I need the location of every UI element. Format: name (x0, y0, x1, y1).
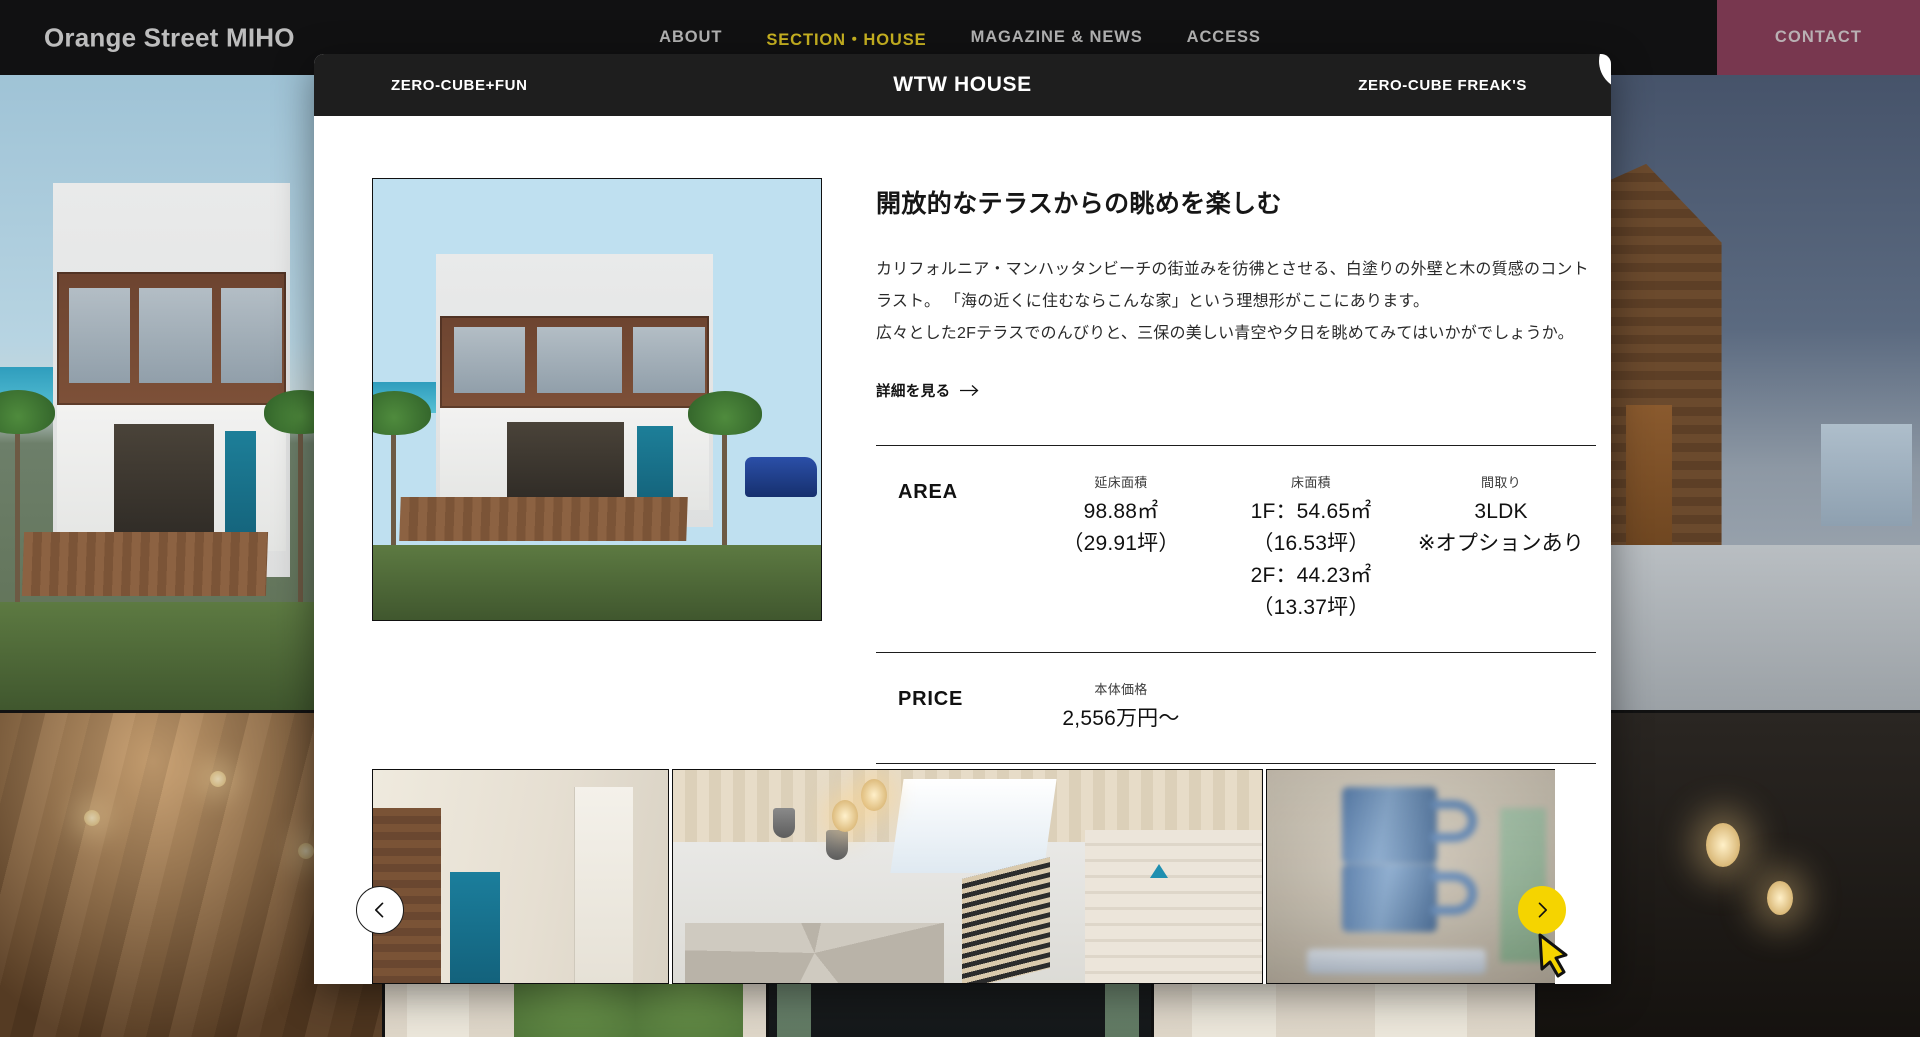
spec-label-price: PRICE (898, 687, 964, 710)
spec-table: AREA 延床面積 98.88㎡ （29.91坪） 床面積 1F：54.65㎡ … (876, 445, 1596, 764)
detail-more-link-label: 詳細を見る (876, 384, 951, 400)
nav-item-section-house[interactable]: SECTION・HOUSE (766, 26, 926, 50)
spec-cell-layout: 間取り 3LDK ※オプションあり (1406, 472, 1596, 624)
spec-cell-total-floor-area: 延床面積 98.88㎡ （29.91坪） (1026, 472, 1216, 624)
nav-item-about[interactable]: ABOUT (659, 28, 722, 47)
hero-image[interactable] (372, 178, 822, 621)
modal-tab-zero-cube-fun[interactable]: ZERO-CUBE+FUN (391, 77, 528, 94)
modal-title: WTW HOUSE (893, 73, 1032, 96)
spec-head: 床面積 (1291, 475, 1331, 490)
spec-value: 2,556万円〜 (1062, 706, 1180, 730)
carousel-next-button[interactable] (1518, 886, 1566, 934)
thumbnail-living-room[interactable] (672, 769, 1263, 984)
modal-tab-zero-cube-freaks[interactable]: ZERO-CUBE FREAK'S (1358, 77, 1527, 94)
spec-cell-base-price: 本体価格 2,556万円〜 (1026, 679, 1216, 735)
site-brand[interactable]: Orange Street MIHO (44, 22, 295, 53)
carousel-prev-button[interactable] (356, 886, 404, 934)
spec-head: 間取り (1481, 475, 1521, 490)
detail-column: 開放的なテラスからの眺めを楽しむ カリフォルニア・マンハッタンビーチの街並みを彷… (876, 178, 1596, 764)
main-navigation: ABOUT SECTION・HOUSE MAGAZINE & NEWS ACCE… (659, 26, 1261, 50)
spec-head: 本体価格 (1094, 681, 1148, 697)
contact-button[interactable]: CONTACT (1717, 0, 1920, 75)
spec-cell-floor-area: 床面積 1F：54.65㎡ （16.53坪） 2F：44.23㎡ （13.37坪… (1216, 472, 1406, 624)
nav-item-access[interactable]: ACCESS (1187, 28, 1261, 47)
spec-value: 1F：54.65㎡ （16.53坪） 2F：44.23㎡ （13.37坪） (1250, 500, 1372, 619)
spec-value: 3LDK ※オプションあり (1417, 500, 1585, 555)
nav-item-magazine-news[interactable]: MAGAZINE & NEWS (971, 28, 1143, 47)
thumbnail-carousel (372, 769, 1555, 984)
modal-header-bar: ZERO-CUBE+FUN WTW HOUSE ZERO-CUBE FREAK'… (314, 54, 1611, 116)
detail-more-link[interactable]: 詳細を見る (876, 380, 980, 401)
spec-row-price: PRICE 本体価格 2,556万円〜 (876, 653, 1596, 764)
spec-cell-empty-2 (1406, 679, 1596, 735)
spec-label-area: AREA (898, 481, 958, 503)
thumbnail-blue-mugs[interactable] (1266, 769, 1555, 984)
chevron-left-icon (375, 902, 384, 918)
house-detail-modal: ZERO-CUBE+FUN WTW HOUSE ZERO-CUBE FREAK'… (314, 54, 1611, 984)
detail-title: 開放的なテラスからの眺めを楽しむ (876, 190, 1282, 218)
arrow-right-icon (959, 385, 978, 396)
thumbnail-entry-hall[interactable] (372, 769, 669, 984)
spec-row-area: AREA 延床面積 98.88㎡ （29.91坪） 床面積 1F：54.65㎡ … (876, 446, 1596, 653)
spec-value: 98.88㎡ （29.91坪） (1062, 500, 1180, 555)
chevron-right-icon (1538, 902, 1547, 918)
modal-body: 開放的なテラスからの眺めを楽しむ カリフォルニア・マンハッタンビーチの街並みを彷… (314, 116, 1611, 764)
modal-close-button[interactable] (1599, 54, 1611, 90)
detail-description: カリフォルニア・マンハッタンビーチの街並みを彷彿とさせる、白塗りの外壁と木の質感… (876, 261, 1589, 342)
spec-head: 延床面積 (1094, 475, 1148, 490)
spec-cell-empty-1 (1216, 679, 1406, 735)
